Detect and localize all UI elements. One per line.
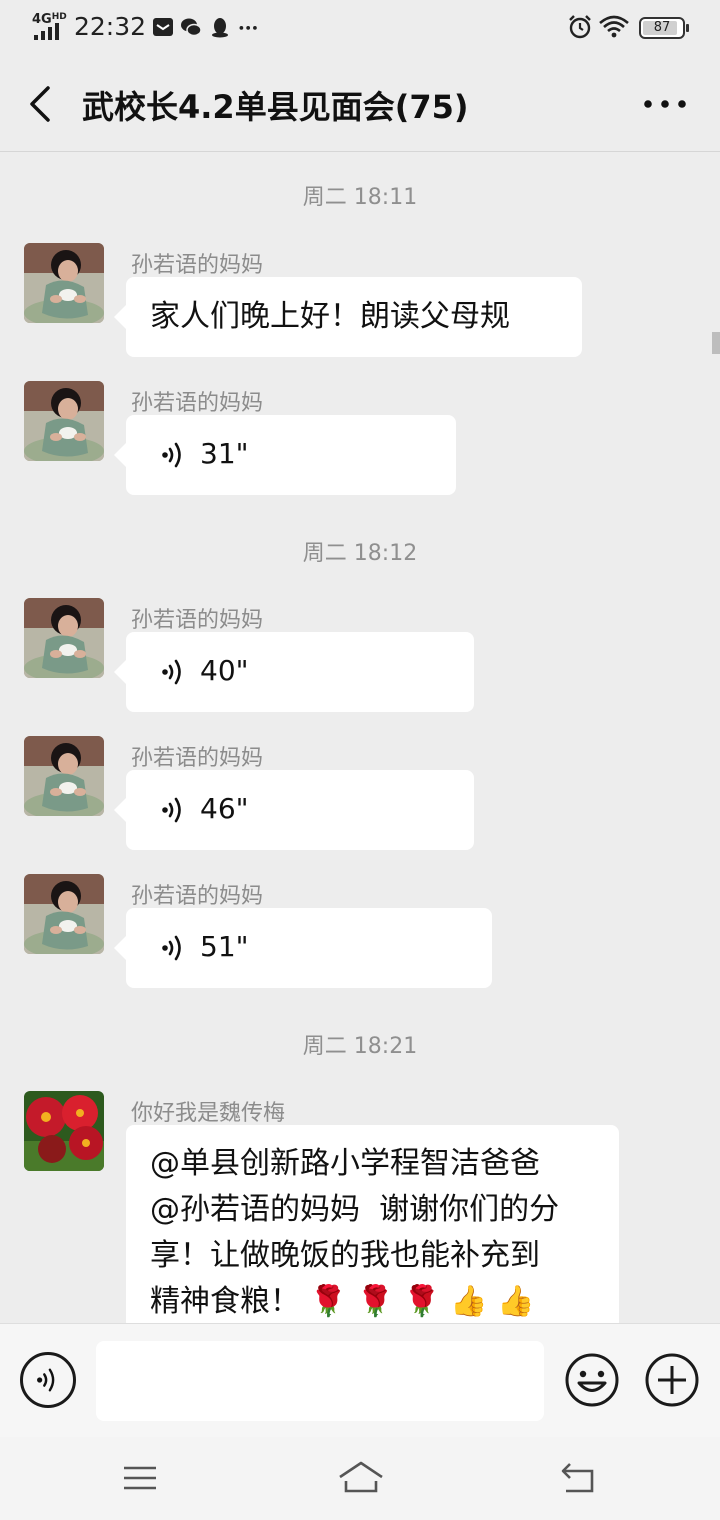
voice-wave-icon xyxy=(35,1365,61,1395)
chat-header: 武校长4.2单县见面会(75) xyxy=(0,56,720,152)
voice-input-button[interactable] xyxy=(20,1352,76,1408)
sender-name: 孙若语的妈妈 xyxy=(131,884,264,909)
voice-wave-icon xyxy=(160,932,188,964)
message-input[interactable] xyxy=(96,1341,544,1421)
scrollbar[interactable] xyxy=(712,332,720,354)
menu-icon[interactable] xyxy=(120,1461,160,1495)
voice-duration: 51" xyxy=(200,930,249,963)
voice-duration: 46" xyxy=(200,792,249,825)
text-bubble[interactable]: 家人们晚上好！朗读父母规 xyxy=(114,277,582,357)
avatar[interactable] xyxy=(24,598,104,678)
input-bar xyxy=(0,1323,720,1437)
home-icon[interactable] xyxy=(336,1457,386,1497)
timestamp: 周二 18:12 xyxy=(302,541,418,566)
voice-wave-icon xyxy=(160,656,188,688)
avatar[interactable] xyxy=(24,381,104,461)
voice-bubble[interactable]: 46" xyxy=(114,770,474,850)
voice-bubble[interactable]: 31" xyxy=(114,415,456,495)
more-dots-icon xyxy=(239,25,257,30)
rose-emoji: 🌹 xyxy=(403,1284,441,1319)
wechat-icon xyxy=(181,18,202,37)
voice-wave-icon xyxy=(160,794,188,826)
voice-wave-icon xyxy=(160,439,188,471)
text-bubble[interactable]: @单县创新路小学程智洁爸爸 @孙若语的妈妈 谢谢你们的分 享！让做晚饭的我也能补… xyxy=(126,1125,619,1330)
chat-title: 武校长4.2单县见面会(75) xyxy=(82,88,469,126)
voice-duration: 40" xyxy=(200,654,249,687)
emoji-icon[interactable] xyxy=(564,1352,620,1408)
message-line: @孙若语的妈妈 谢谢你们的分 xyxy=(150,1192,560,1227)
message-line-last: 精神食粮！ 🌹 🌹 🌹 👍 👍 xyxy=(150,1279,595,1325)
voice-bubble[interactable]: 40" xyxy=(114,632,474,712)
thumbs-up-emoji: 👍 xyxy=(497,1284,535,1319)
sender-name: 孙若语的妈妈 xyxy=(131,608,264,633)
more-options-icon[interactable] xyxy=(640,86,690,122)
avatar[interactable] xyxy=(24,243,104,323)
sender-name: 孙若语的妈妈 xyxy=(131,391,264,416)
wifi-icon xyxy=(599,15,629,38)
timestamp: 周二 18:11 xyxy=(302,185,418,210)
voice-duration: 31" xyxy=(200,437,249,470)
avatar[interactable] xyxy=(24,874,104,954)
plus-icon[interactable] xyxy=(644,1352,700,1408)
rose-emoji: 🌹 xyxy=(356,1284,394,1319)
rose-emoji: 🌹 xyxy=(309,1284,347,1319)
voice-bubble[interactable]: 51" xyxy=(114,908,492,988)
status-time: 22:32 xyxy=(74,12,147,41)
battery-icon: 87 xyxy=(639,17,689,39)
nav-back-icon[interactable] xyxy=(558,1459,600,1497)
message-line: @单县创新路小学程智洁爸爸 xyxy=(150,1146,540,1181)
qq-icon xyxy=(212,18,228,38)
timestamp: 周二 18:21 xyxy=(302,1034,418,1059)
message-line: 精神食粮！ xyxy=(150,1284,300,1319)
sender-name: 孙若语的妈妈 xyxy=(131,253,264,278)
avatar[interactable] xyxy=(24,736,104,816)
thumbs-up-emoji: 👍 xyxy=(450,1284,488,1319)
message-icon xyxy=(153,18,173,36)
sender-name: 孙若语的妈妈 xyxy=(131,746,264,771)
sender-name: 你好我是魏传梅 xyxy=(131,1101,286,1126)
avatar[interactable] xyxy=(24,1091,104,1171)
status-bar: 4GHD 22:32 87 xyxy=(0,0,720,56)
system-nav-bar xyxy=(0,1437,720,1520)
message-line: 享！让做晚饭的我也能补充到 xyxy=(150,1238,540,1273)
back-arrow-icon[interactable] xyxy=(22,82,62,126)
alarm-icon xyxy=(569,15,591,39)
network-indicator: 4GHD xyxy=(30,12,70,42)
